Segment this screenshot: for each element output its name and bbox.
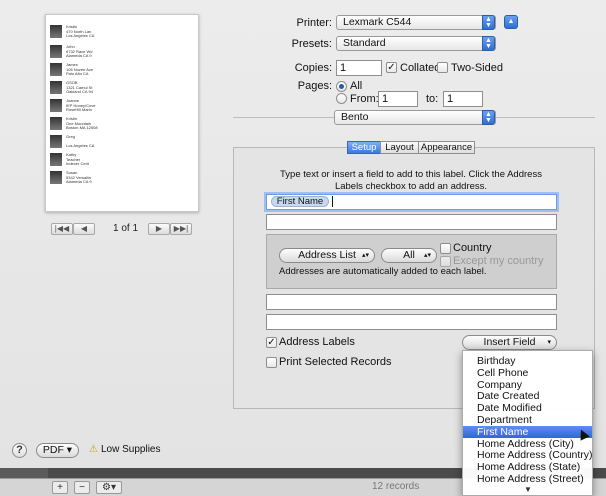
printer-value: Lexmark C544 xyxy=(343,16,412,28)
address-labels-checkbox[interactable]: ✓ xyxy=(266,337,277,348)
menu-item[interactable]: Birthday xyxy=(463,355,592,367)
auto-added-note: Addresses are automatically added to eac… xyxy=(279,266,487,277)
address-labels-label: Address Labels xyxy=(279,336,355,348)
menu-item[interactable]: First Name xyxy=(463,425,592,438)
text-cursor xyxy=(332,196,333,207)
menu-item[interactable]: Department xyxy=(463,414,592,426)
menu-item[interactable]: Date Modified xyxy=(463,402,592,414)
preview-photo xyxy=(50,81,62,94)
address-list-popup[interactable]: Address List ▴▾ xyxy=(279,248,375,263)
preview-photo xyxy=(50,117,62,130)
preview-entry-text: Greg Los Angeles CA xyxy=(66,134,95,148)
gear-menu-button[interactable]: ⚙▾ xyxy=(96,481,122,494)
tab-appearance[interactable]: Appearance xyxy=(418,141,475,154)
pages-from-field[interactable]: 1 xyxy=(378,91,418,107)
help-button[interactable]: ? xyxy=(12,443,27,458)
preview-photo xyxy=(50,25,62,38)
menu-item[interactable]: Date Created xyxy=(463,390,592,402)
printer-label: Printer: xyxy=(296,17,332,29)
remove-record-button[interactable]: − xyxy=(74,481,90,494)
print-selected-checkbox[interactable] xyxy=(266,357,277,368)
preview-entry-text: Susan 5342 Versailin Alameda CA 9 xyxy=(66,170,92,184)
address-list-value: Address List xyxy=(298,249,356,261)
dropdown-arrow-icon: ▾ xyxy=(547,339,551,346)
two-sided-checkbox[interactable] xyxy=(437,62,448,73)
popup-arrows-icon: ▴▾ xyxy=(361,252,369,259)
copies-label: Copies: xyxy=(294,62,332,74)
next-page-button[interactable]: ▶ xyxy=(148,223,170,235)
presets-popup[interactable]: Standard ▲ ▼ xyxy=(336,36,496,51)
print-preview: Kristin 470 North Lan Los Angeles CA John… xyxy=(45,14,199,212)
menu-scroll-down-icon[interactable]: ▼ xyxy=(463,485,592,494)
popup-arrows-icon: ▲ ▼ xyxy=(482,15,495,30)
preview-entry-text: James 106 Nozee Ave Palo Alto CA xyxy=(66,62,94,76)
first-page-button[interactable]: |◀◀ xyxy=(51,223,73,235)
popup-arrows-icon: ▲ ▼ xyxy=(482,36,495,51)
preview-entry-text: Kathy Teacher Indexer Cerit xyxy=(66,152,89,166)
all-popup-value: All xyxy=(403,249,415,261)
records-count: 12 records xyxy=(372,481,420,492)
pages-from-radio[interactable] xyxy=(336,93,347,104)
preview-photo xyxy=(50,45,62,58)
disclosure-button[interactable]: ▲ xyxy=(504,15,518,29)
pages-all-label: All xyxy=(350,80,363,92)
add-record-button[interactable]: + xyxy=(52,481,68,494)
all-popup[interactable]: All ▴▾ xyxy=(381,248,437,263)
tab-layout[interactable]: Layout xyxy=(380,141,419,154)
country-checkbox[interactable] xyxy=(440,243,451,254)
presets-label: Presets: xyxy=(291,38,332,50)
two-sided-label: Two-Sided xyxy=(451,62,503,74)
preview-photo xyxy=(50,63,62,76)
menu-item[interactable]: Home Address (State) xyxy=(463,461,592,473)
low-supplies-label[interactable]: Low Supplies xyxy=(101,444,160,455)
instructions-text: Type text or insert a field to add to th… xyxy=(280,169,542,192)
preview-entry-text: John 6732 Race Wd Alameda CA 9 xyxy=(66,44,93,58)
pages-all-radio[interactable] xyxy=(336,81,347,92)
app-options-popup[interactable]: Bento ▲ ▼ xyxy=(334,110,496,125)
prev-page-button[interactable]: ◀ xyxy=(73,223,95,235)
label-line-2-field[interactable] xyxy=(266,214,557,230)
preview-photo xyxy=(50,171,62,184)
preview-entry-text: Kristin 470 North Lan Los Angeles CA xyxy=(66,24,95,38)
preview-photo xyxy=(50,153,62,166)
printer-popup[interactable]: Lexmark C544 ▲ ▼ xyxy=(336,15,496,30)
popup-arrows-icon: ▴▾ xyxy=(423,252,431,259)
presets-value: Standard xyxy=(343,37,386,49)
preview-entry-text: Kristin One Mountain Boston MA 12508 xyxy=(66,116,98,130)
menu-item[interactable]: Cell Phone xyxy=(463,367,592,379)
first-name-token[interactable]: First Name xyxy=(271,196,329,207)
preview-photo xyxy=(50,99,62,112)
print-selected-label: Print Selected Records xyxy=(279,356,392,368)
menu-item[interactable]: Home Address (City) xyxy=(463,438,592,450)
page-indicator: 1 of 1 xyxy=(113,223,139,234)
last-page-button[interactable]: ▶▶| xyxy=(170,223,192,235)
label-line-4-field[interactable] xyxy=(266,314,557,330)
popup-arrows-icon: ▲ ▼ xyxy=(482,110,495,125)
app-options-value: Bento xyxy=(341,111,369,123)
preview-entry-text: Joanne IEP Honey/Cove RoseHill Marin xyxy=(66,98,96,112)
menu-item[interactable]: Home Address (Country) xyxy=(463,449,592,461)
pages-to-field[interactable]: 1 xyxy=(443,91,483,107)
collated-checkbox[interactable]: ✓ xyxy=(386,62,397,73)
insert-field-label: Insert Field xyxy=(483,336,536,348)
label-line-3-field[interactable] xyxy=(266,294,557,310)
insert-field-menu: ▼ Birthday Cell Phone Company Date Created D… xyxy=(462,350,593,496)
insert-field-popup[interactable]: Insert Field ▾ xyxy=(462,335,557,350)
pdf-button[interactable]: PDF ▾ xyxy=(36,443,79,458)
preview-photo xyxy=(50,135,62,148)
pages-from-label: From: xyxy=(350,93,379,105)
copies-field[interactable]: 1 xyxy=(336,60,382,76)
collated-label: Collated xyxy=(400,62,441,74)
tab-setup[interactable]: Setup xyxy=(347,141,381,154)
country-label: Country xyxy=(453,242,492,254)
pages-label: Pages: xyxy=(297,80,332,92)
warning-icon: ⚠ xyxy=(89,444,98,455)
preview-entry-text: GSOB 1321 Camul St Oakland CA 94 xyxy=(66,80,93,94)
pages-to-label: to: xyxy=(426,93,439,105)
menu-item[interactable]: Company xyxy=(463,379,592,391)
menu-item[interactable]: Home Address (Street) xyxy=(463,473,592,485)
